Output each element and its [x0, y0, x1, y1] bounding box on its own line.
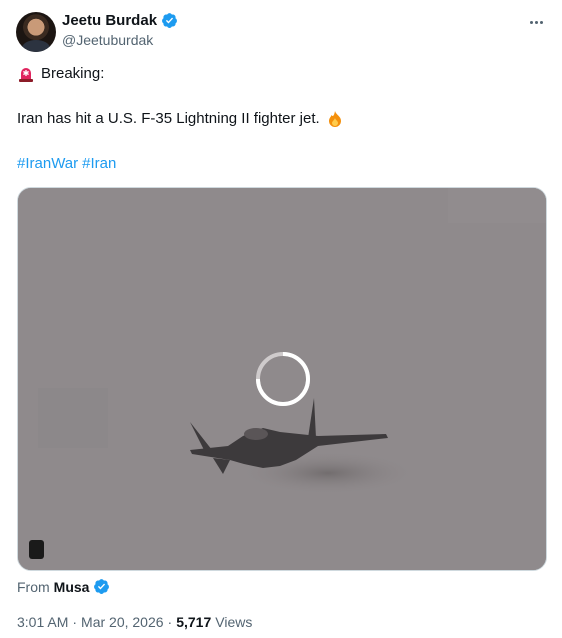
tweet-body-line: Iran has hit a U.S. F-35 Lightning II fi…	[17, 109, 344, 129]
hashtag-link[interactable]: #IranWar	[17, 154, 78, 174]
media-badge-icon	[29, 540, 44, 559]
video-player[interactable]	[17, 187, 547, 571]
breaking-label: Breaking:	[41, 65, 105, 82]
author-display-name[interactable]: Jeetu Burdak	[62, 12, 157, 29]
tweet-date[interactable]: Mar 20, 2026	[81, 614, 164, 630]
author-name-row: Jeetu Burdak	[62, 12, 178, 29]
fighter-jet-image	[18, 188, 546, 570]
siren-emoji-icon	[19, 68, 33, 82]
verified-badge-icon	[162, 13, 177, 28]
source-attribution: From Musa	[17, 578, 110, 595]
more-options-button[interactable]	[526, 12, 546, 32]
more-dot-icon	[539, 20, 543, 24]
tweet-time[interactable]: 3:01 AM	[17, 614, 68, 630]
source-label: From	[17, 578, 50, 595]
avatar[interactable]	[16, 12, 56, 52]
author-handle[interactable]: @Jeetuburdak	[62, 32, 153, 48]
views-label: Views	[215, 614, 253, 630]
verified-badge-icon	[94, 579, 110, 594]
tweet-meta: 3:01 AM · Mar 20, 2026 · 5,717 Views	[17, 614, 252, 630]
tweet-card: Jeetu Burdak @Jeetuburdak Breaking: Iran…	[0, 0, 562, 638]
more-dot-icon	[534, 20, 538, 24]
tweet-body-text: Iran has hit a U.S. F-35 Lightning II fi…	[17, 110, 320, 127]
meta-separator: ·	[72, 614, 78, 630]
more-dot-icon	[529, 20, 533, 24]
source-name[interactable]: Musa	[54, 579, 90, 595]
meta-separator: ·	[167, 614, 173, 630]
hashtag-link[interactable]: #Iran	[82, 154, 116, 174]
views-count: 5,717	[176, 614, 212, 630]
hashtag-row: #IranWar #Iran	[17, 154, 116, 174]
avatar-shirt	[22, 40, 50, 52]
tweet-breaking-line: Breaking:	[17, 64, 104, 84]
fire-emoji-icon	[328, 111, 341, 127]
